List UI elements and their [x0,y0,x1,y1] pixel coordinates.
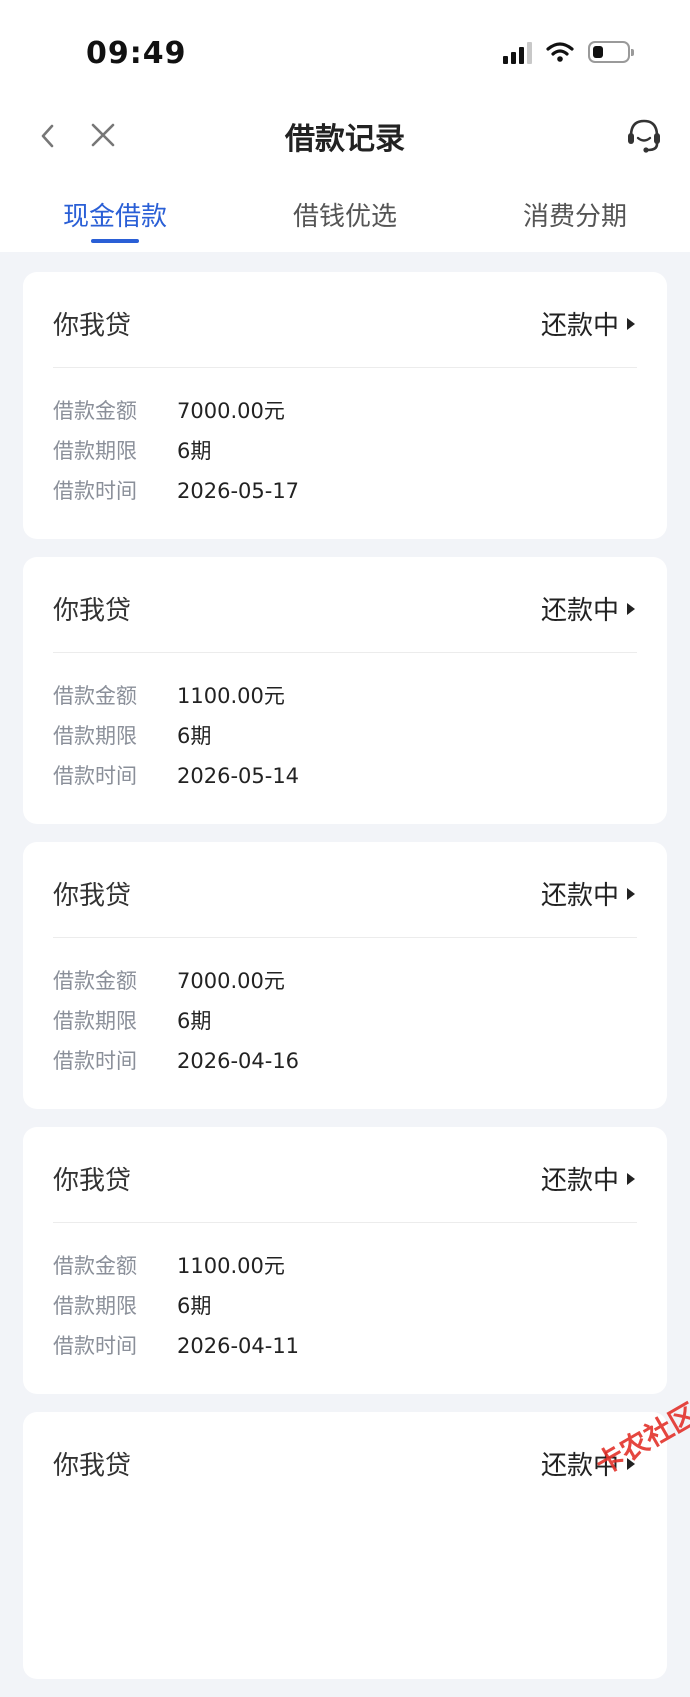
term-label: 借款期限 [53,439,137,463]
loan-record-card[interactable]: 你我贷 还款中 借款金额 1100.00元 借款期限 6期 借款时间 2026-… [23,1127,667,1394]
status-icons [503,40,634,64]
lender-name: 你我贷 [53,1166,132,1196]
date-row: 借款时间 2026-04-16 [53,1048,299,1074]
loan-record-card[interactable]: 你我贷 还款中 借款金额 7000.00元 借款期限 6期 借款时间 2026-… [23,842,667,1109]
amount-row: 借款金额 1100.00元 [53,1253,285,1279]
status-bar: 09:49 [0,0,690,100]
amount-row: 借款金额 1100.00元 [53,683,285,709]
date-value: 2026-04-11 [177,1334,300,1358]
divider [53,652,637,653]
customer-service-icon[interactable] [624,114,664,156]
loan-record-card[interactable]: 你我贷 还款中 借款金额 1100.00元 借款期限 6期 借款时间 2026-… [23,557,667,824]
term-row: 借款期限 6期 [53,1008,211,1034]
caret-right-icon [627,1172,635,1185]
term-row: 借款期限 6期 [53,723,211,749]
date-value: 2026-05-14 [177,764,300,788]
date-label: 借款时间 [53,1334,137,1358]
cellular-signal-icon [503,40,532,64]
term-row: 借款期限 6期 [53,438,211,464]
battery-icon [588,41,634,63]
wifi-icon [546,42,574,62]
tab-consumer-installment[interactable]: 消费分期 [460,196,690,233]
amount-label: 借款金额 [53,969,137,993]
status-label: 还款中 [540,311,619,341]
page-title: 借款记录 [285,122,405,157]
divider [53,367,637,368]
term-label: 借款期限 [53,1294,137,1318]
term-value: 6期 [177,724,212,748]
tab-bar: 现金借款 借钱优选 消费分期 [0,172,690,252]
date-label: 借款时间 [53,1049,137,1073]
divider [53,937,637,938]
divider [53,1222,637,1223]
caret-right-icon [627,317,635,330]
term-label: 借款期限 [53,724,137,748]
term-value: 6期 [177,1294,212,1318]
amount-row: 借款金额 7000.00元 [53,398,285,424]
loan-record-card[interactable]: 你我贷 还款中 借款金额 7000.00元 借款期限 6期 借款时间 2026-… [23,272,667,539]
status-time: 09:49 [86,36,187,71]
date-value: 2026-05-17 [177,479,300,503]
status-label: 还款中 [540,596,619,626]
loan-record-card[interactable]: 你我贷 还款中 [23,1412,667,1679]
lender-name: 你我贷 [53,596,132,626]
amount-value: 1100.00元 [177,1254,285,1278]
status-label: 还款中 [540,1166,619,1196]
amount-label: 借款金额 [53,1254,137,1278]
amount-value: 7000.00元 [177,969,285,993]
date-row: 借款时间 2026-05-17 [53,478,299,504]
amount-value: 1100.00元 [177,684,285,708]
date-row: 借款时间 2026-05-14 [53,763,299,789]
term-value: 6期 [177,1009,212,1033]
term-value: 6期 [177,439,212,463]
repayment-status[interactable]: 还款中 [541,1160,635,1197]
loan-record-list: 你我贷 还款中 借款金额 7000.00元 借款期限 6期 借款时间 2026-… [23,272,667,1697]
amount-label: 借款金额 [53,399,137,423]
lender-name: 你我贷 [53,1451,132,1481]
lender-name: 你我贷 [53,311,132,341]
repayment-status[interactable]: 还款中 [541,875,635,912]
date-label: 借款时间 [53,764,137,788]
amount-row: 借款金额 7000.00元 [53,968,285,994]
repayment-status[interactable]: 还款中 [541,305,635,342]
caret-right-icon [627,887,635,900]
repayment-status[interactable]: 还款中 [541,590,635,627]
amount-label: 借款金额 [53,684,137,708]
date-label: 借款时间 [53,479,137,503]
date-value: 2026-04-16 [177,1049,300,1073]
tab-loan-picks[interactable]: 借钱优选 [230,196,460,233]
tab-cash-loan[interactable]: 现金借款 [0,196,230,233]
nav-bar: 借款记录 [0,100,690,172]
amount-value: 7000.00元 [177,399,285,423]
date-row: 借款时间 2026-04-11 [53,1333,299,1359]
term-row: 借款期限 6期 [53,1293,211,1319]
lender-name: 你我贷 [53,881,132,911]
caret-right-icon [627,602,635,615]
active-tab-indicator [91,239,139,243]
status-label: 还款中 [540,881,619,911]
term-label: 借款期限 [53,1009,137,1033]
